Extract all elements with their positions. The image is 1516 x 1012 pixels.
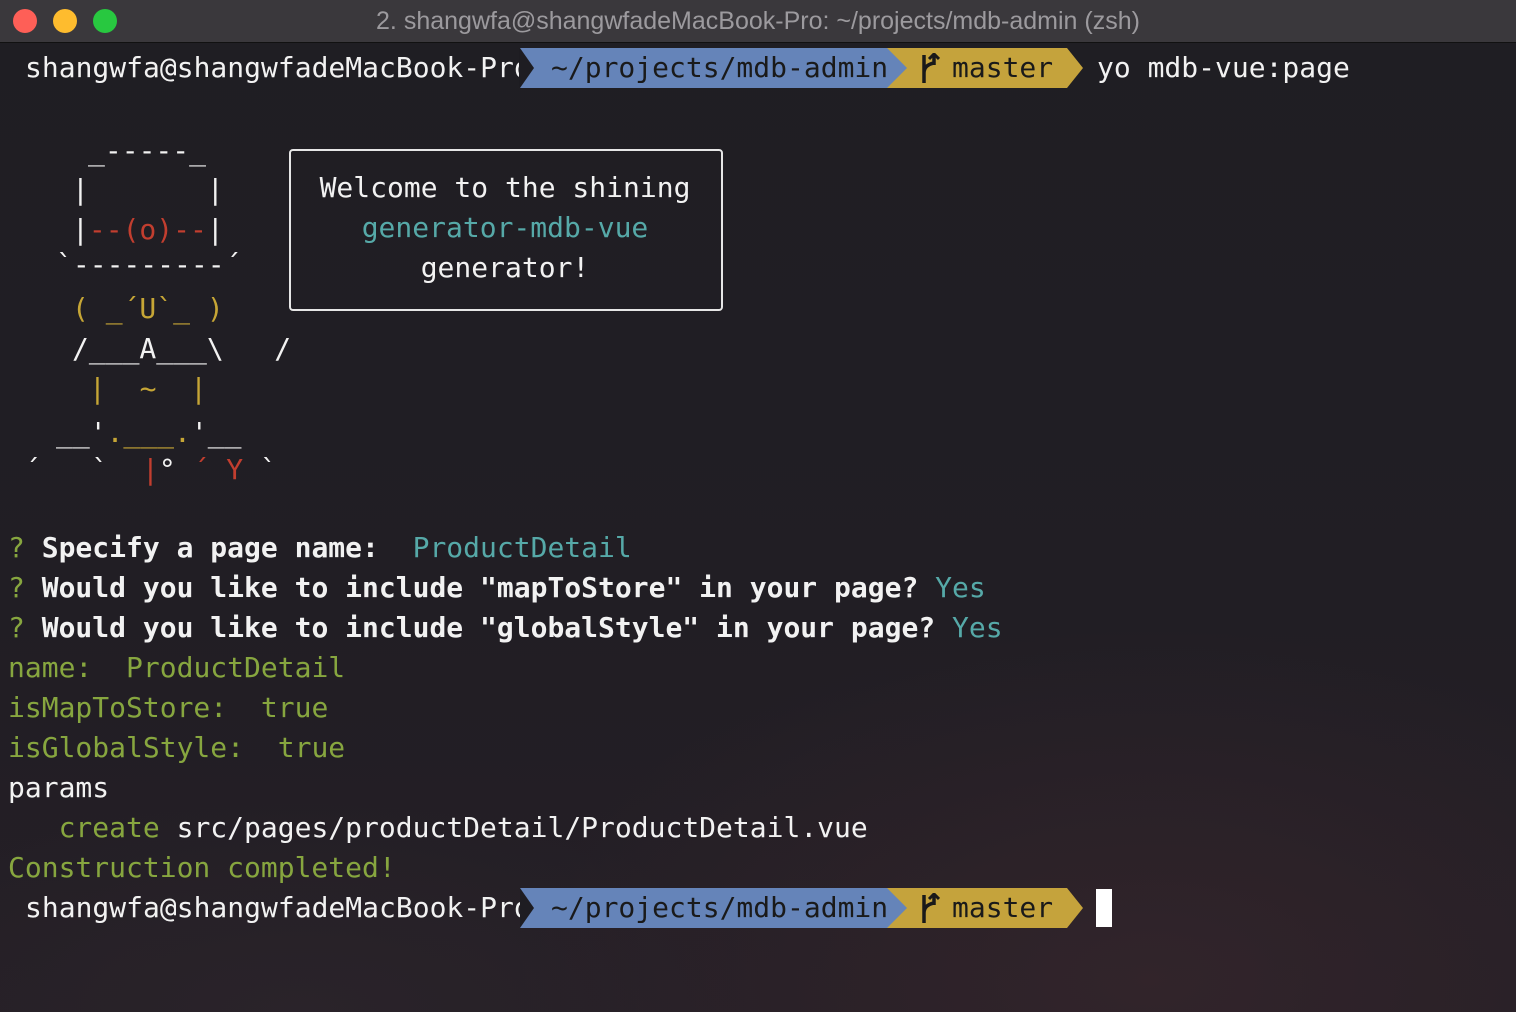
terminal-window: 2. shangwfa@shangwfadeMacBook-Pro: ~/pro…: [0, 0, 1516, 1012]
prompt-user-host: shangwfa@shangwfadeMacBook-Pro: [25, 891, 531, 924]
output-line: isGlobalStyle: true: [8, 731, 346, 764]
output-line: params: [8, 771, 110, 804]
welcome-line: generator!: [420, 251, 590, 284]
window-title: 2. shangwfa@shangwfadeMacBook-Pro: ~/pro…: [376, 7, 1140, 35]
ascii-line: `---------´: [56, 248, 242, 281]
prompt-branch: master: [952, 891, 1054, 924]
title-bar[interactable]: 2. shangwfa@shangwfadeMacBook-Pro: ~/pro…: [0, 0, 1516, 43]
git-branch-icon: [922, 893, 940, 923]
ascii-line: ( _´U`_ ): [72, 292, 224, 325]
segment-separator: [1067, 48, 1083, 88]
ascii-line: |--(o)--|: [72, 213, 224, 246]
prompt-user-host: shangwfa@shangwfadeMacBook-Pro: [25, 51, 531, 84]
ascii-line: ´ ` |° ´ Y `: [24, 453, 277, 486]
completion-message: Construction completed!: [8, 851, 396, 884]
output-line: name: ProductDetail: [8, 651, 346, 684]
segment-separator: [520, 48, 534, 88]
segment-separator: [887, 48, 907, 88]
question-line: ? Would you like to include "globalStyle…: [8, 611, 1003, 644]
segment-separator: [1067, 888, 1083, 928]
segment-separator: [887, 888, 907, 928]
welcome-line: Welcome to the shining: [319, 171, 691, 204]
welcome-generator-name: generator-mdb-vue: [361, 211, 649, 244]
ascii-line: __'.___.'__: [56, 416, 242, 449]
ascii-line: | ~ |: [89, 372, 208, 405]
segment-separator: [520, 888, 534, 928]
create-file-line: create src/pages/productDetail/ProductDe…: [58, 811, 868, 844]
output-line: isMapToStore: true: [8, 691, 329, 724]
terminal-cursor[interactable]: [1096, 889, 1112, 927]
command-text: yo mdb-vue:page: [1097, 51, 1350, 84]
prompt-directory: ~/projects/mdb-admin: [551, 51, 889, 84]
prompt-directory: ~/projects/mdb-admin: [551, 891, 889, 924]
git-branch-icon: [922, 53, 940, 83]
prompt-branch: master: [952, 51, 1054, 84]
question-line: ? Would you like to include "mapToStore"…: [8, 571, 986, 604]
ascii-line: /___A___\ /: [72, 332, 292, 365]
question-line: ? Specify a page name: ProductDetail: [8, 531, 632, 564]
ascii-line: | |: [72, 173, 224, 206]
ascii-line: _-----_: [88, 134, 207, 167]
